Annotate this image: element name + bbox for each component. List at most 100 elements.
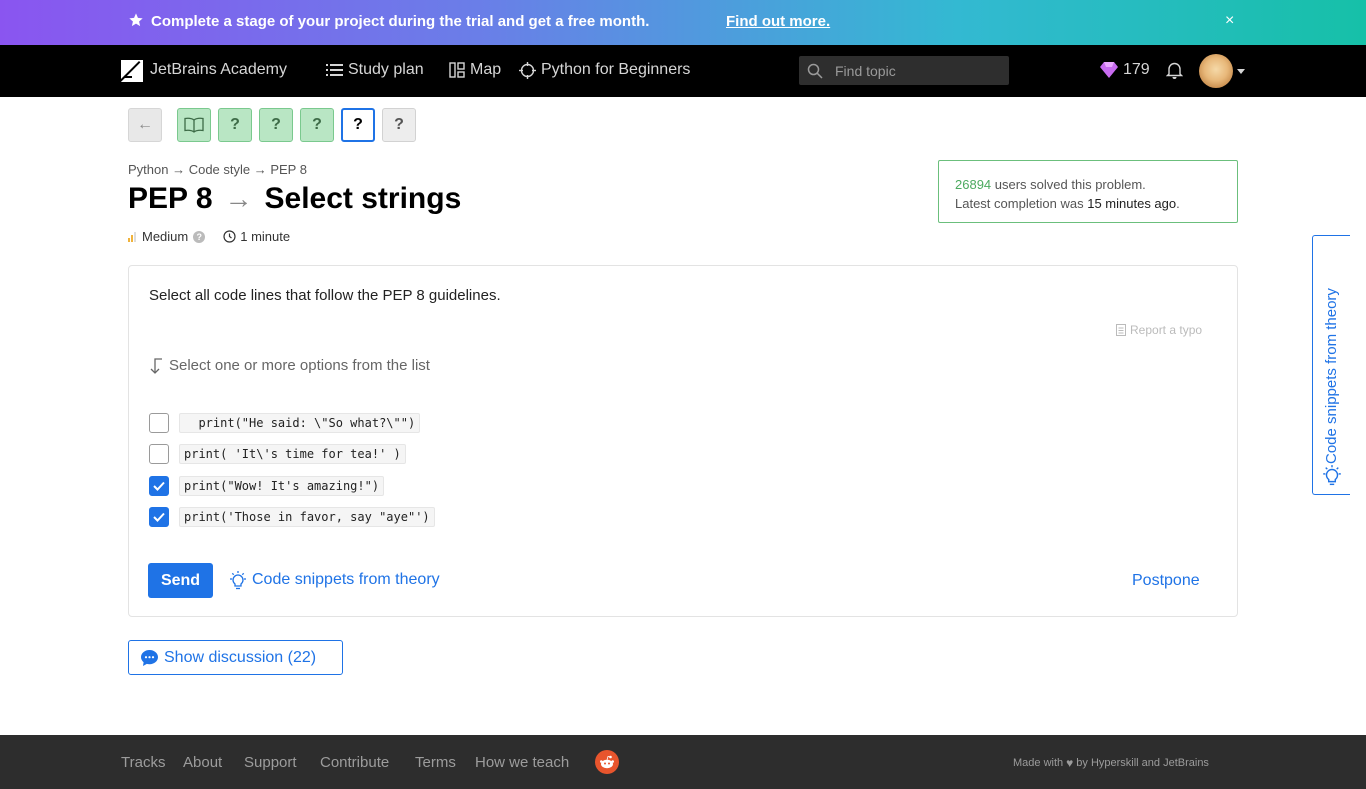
logo-icon[interactable]: [121, 60, 143, 82]
select-hint-text: Select one or more options from the list: [169, 357, 430, 374]
back-step-button[interactable]: ←: [128, 108, 162, 142]
step-2[interactable]: ?: [218, 108, 252, 142]
task-meta: Medium ? 1 minute: [128, 229, 290, 244]
latest-suffix: .: [1176, 196, 1180, 211]
heart-icon: ♥: [1066, 756, 1074, 770]
banner-text: Complete a stage of your project during …: [151, 13, 650, 30]
banner-link[interactable]: Find out more.: [726, 13, 830, 30]
send-button[interactable]: Send: [148, 563, 213, 598]
gems-counter[interactable]: 179: [1100, 61, 1150, 79]
step-3[interactable]: ?: [259, 108, 293, 142]
made-suffix: by Hyperskill and JetBrains: [1076, 757, 1209, 769]
avatar[interactable]: [1199, 54, 1233, 88]
breadcrumb[interactable]: Python → Code style → PEP 8: [128, 162, 307, 177]
option-2[interactable]: print( 'It\'s time for tea!' ): [149, 443, 406, 465]
title-topic: PEP 8: [128, 182, 213, 215]
option-1-checkbox[interactable]: [149, 413, 169, 433]
latest-time: 15 minutes ago: [1087, 196, 1177, 211]
step-6[interactable]: ?: [382, 108, 416, 142]
footer: Tracks About Support Contribute Terms Ho…: [0, 735, 1366, 789]
latest-text: Latest completion was: [955, 196, 1088, 211]
close-icon[interactable]: ×: [1225, 13, 1241, 29]
option-1[interactable]: print("He said: \"So what?\""): [149, 412, 421, 434]
step-4-label: ?: [312, 116, 322, 133]
option-1-code: print("He said: \"So what?\""): [179, 413, 421, 433]
time-estimate: 1 minute: [240, 229, 291, 244]
made-prefix: Made with: [1013, 757, 1064, 769]
lightbulb-icon: [1323, 465, 1341, 486]
title-arrow: →: [224, 183, 253, 214]
nav-map[interactable]: Map: [449, 61, 501, 79]
clock-icon: [223, 230, 236, 243]
check-icon: [153, 481, 165, 491]
footer-link-tracks[interactable]: Tracks: [121, 754, 165, 771]
arrow-left-icon: ←: [137, 116, 153, 133]
search-icon: [807, 63, 823, 79]
step-5-current[interactable]: ?: [341, 108, 375, 142]
reddit-icon[interactable]: [595, 750, 619, 774]
footer-link-terms[interactable]: Terms: [415, 754, 456, 771]
step-2-label: ?: [230, 116, 240, 133]
nav-track[interactable]: Python for Beginners: [519, 61, 690, 79]
option-2-checkbox[interactable]: [149, 444, 169, 464]
option-2-code: print( 'It\'s time for tea!' ): [179, 444, 406, 464]
footer-link-about[interactable]: About: [183, 754, 222, 771]
postpone-button[interactable]: Postpone: [1132, 572, 1200, 590]
step-6-label: ?: [394, 116, 404, 133]
select-hint: Select one or more options from the list: [149, 357, 430, 374]
check-icon: [153, 512, 165, 522]
step-4[interactable]: ?: [300, 108, 334, 142]
made-with-credit: Made with ♥ by Hyperskill and JetBrains: [1013, 756, 1209, 770]
report-typo-label: Report a typo: [1130, 323, 1203, 337]
option-4[interactable]: print('Those in favor, say "aye"'): [149, 506, 435, 528]
footer-link-contribute[interactable]: Contribute: [320, 754, 389, 771]
side-tab-code-snippets[interactable]: Code snippets from theory: [1312, 235, 1350, 495]
map-icon: [449, 62, 465, 78]
top-navbar: JetBrains Academy Study plan Map Python …: [0, 45, 1366, 97]
side-tab-label: Code snippets from theory: [1323, 288, 1340, 464]
step-theory[interactable]: [177, 108, 211, 142]
chat-bubble-icon: [141, 649, 158, 666]
show-discussion-label: Show discussion (22): [164, 648, 317, 666]
task-card: Select all code lines that follow the PE…: [128, 265, 1238, 617]
footer-link-support[interactable]: Support: [244, 754, 297, 771]
difficulty-icon: [128, 231, 136, 242]
task-statement: Select all code lines that follow the PE…: [149, 287, 501, 304]
page-title: PEP 8 → Select strings: [128, 182, 461, 216]
book-icon: [184, 117, 204, 133]
solved-line-1: 26894 users solved this problem.: [955, 175, 1237, 194]
report-typo-link[interactable]: Report a typo: [1116, 323, 1202, 337]
solved-text: users solved this problem.: [991, 177, 1146, 192]
option-3[interactable]: print("Wow! It's amazing!"): [149, 475, 385, 497]
code-snippets-link[interactable]: Code snippets from theory: [228, 570, 440, 590]
nav-study-plan-label: Study plan: [348, 61, 424, 78]
logo-text[interactable]: JetBrains Academy: [150, 61, 287, 79]
nav-track-label: Python for Beginners: [541, 61, 691, 78]
chevron-down-icon[interactable]: [1237, 69, 1245, 74]
search-input[interactable]: [835, 61, 1000, 80]
list-icon: [326, 64, 343, 76]
footer-link-how-we-teach[interactable]: How we teach: [475, 754, 569, 771]
document-icon: [1116, 324, 1126, 336]
target-icon: [519, 61, 536, 79]
solved-line-2: Latest completion was 15 minutes ago.: [955, 194, 1237, 213]
nav-map-label: Map: [470, 61, 502, 78]
option-3-checkbox[interactable]: [149, 476, 169, 496]
gem-icon: [1100, 62, 1118, 78]
nav-study-plan[interactable]: Study plan: [326, 61, 424, 79]
lightbulb-icon: [230, 571, 246, 590]
bell-icon[interactable]: [1166, 61, 1183, 79]
difficulty-label: Medium: [142, 229, 189, 244]
help-icon[interactable]: ?: [193, 230, 206, 243]
search-box[interactable]: [799, 56, 1009, 85]
promo-banner: Complete a stage of your project during …: [0, 0, 1366, 45]
option-4-checkbox[interactable]: [149, 507, 169, 527]
show-discussion-button[interactable]: Show discussion (22): [128, 640, 343, 675]
solved-stats: 26894 users solved this problem. Latest …: [938, 160, 1238, 223]
code-snippets-label: Code snippets from theory: [252, 571, 440, 588]
option-3-code: print("Wow! It's amazing!"): [179, 476, 385, 496]
gems-count: 179: [1123, 61, 1150, 78]
star-icon: [129, 13, 143, 27]
title-name: Select strings: [264, 182, 462, 215]
step-3-label: ?: [271, 116, 281, 133]
